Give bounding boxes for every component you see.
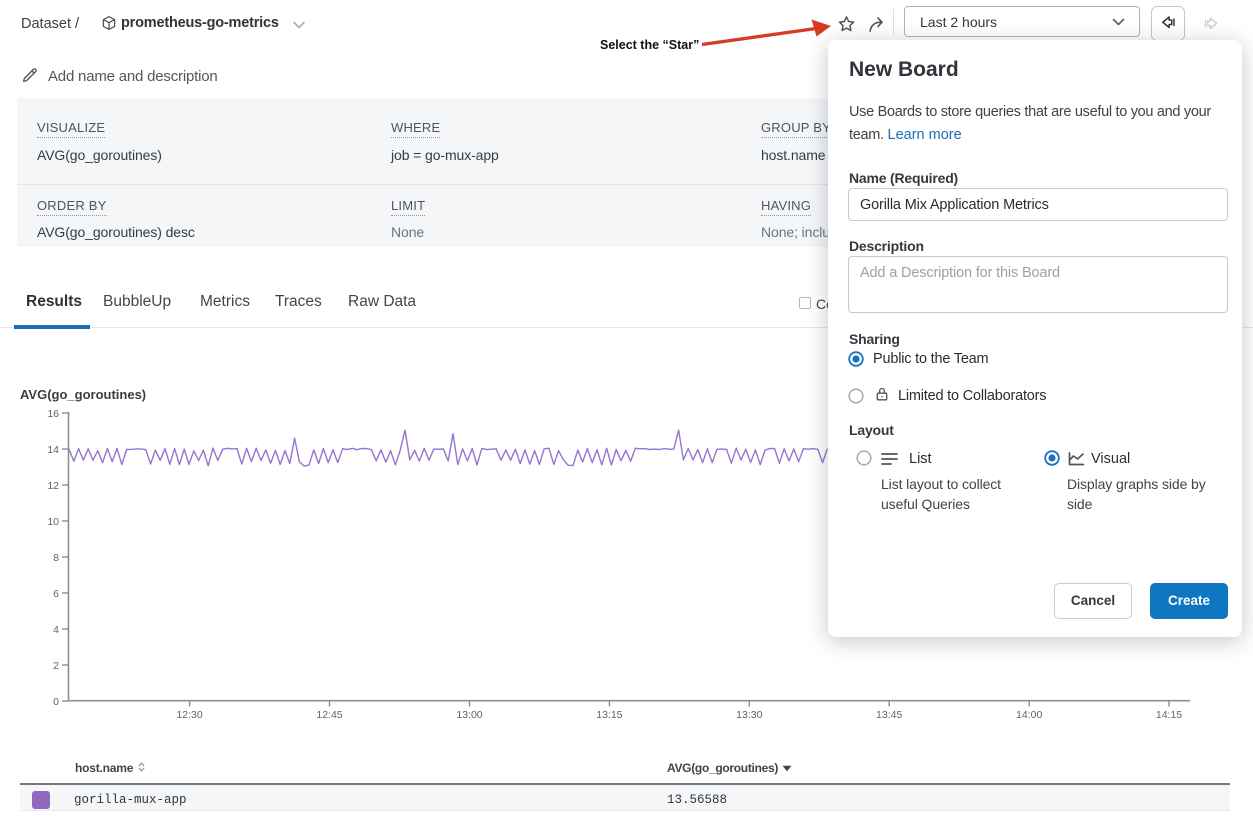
svg-text:12:30: 12:30 xyxy=(176,709,202,721)
svg-text:8: 8 xyxy=(53,552,59,564)
svg-text:16: 16 xyxy=(47,408,59,420)
svg-text:13:45: 13:45 xyxy=(876,709,902,721)
svg-text:14:00: 14:00 xyxy=(1016,709,1042,721)
svg-text:13:30: 13:30 xyxy=(736,709,762,721)
svg-text:12:45: 12:45 xyxy=(316,709,342,721)
svg-text:6: 6 xyxy=(53,588,59,600)
svg-text:13:15: 13:15 xyxy=(596,709,622,721)
svg-text:13:00: 13:00 xyxy=(456,709,482,721)
svg-text:0: 0 xyxy=(53,696,59,708)
svg-text:4: 4 xyxy=(53,624,59,636)
svg-text:2: 2 xyxy=(53,660,59,672)
svg-text:12: 12 xyxy=(47,480,59,492)
svg-text:14: 14 xyxy=(47,444,59,456)
svg-text:14:15: 14:15 xyxy=(1156,709,1182,721)
svg-text:10: 10 xyxy=(47,516,59,528)
